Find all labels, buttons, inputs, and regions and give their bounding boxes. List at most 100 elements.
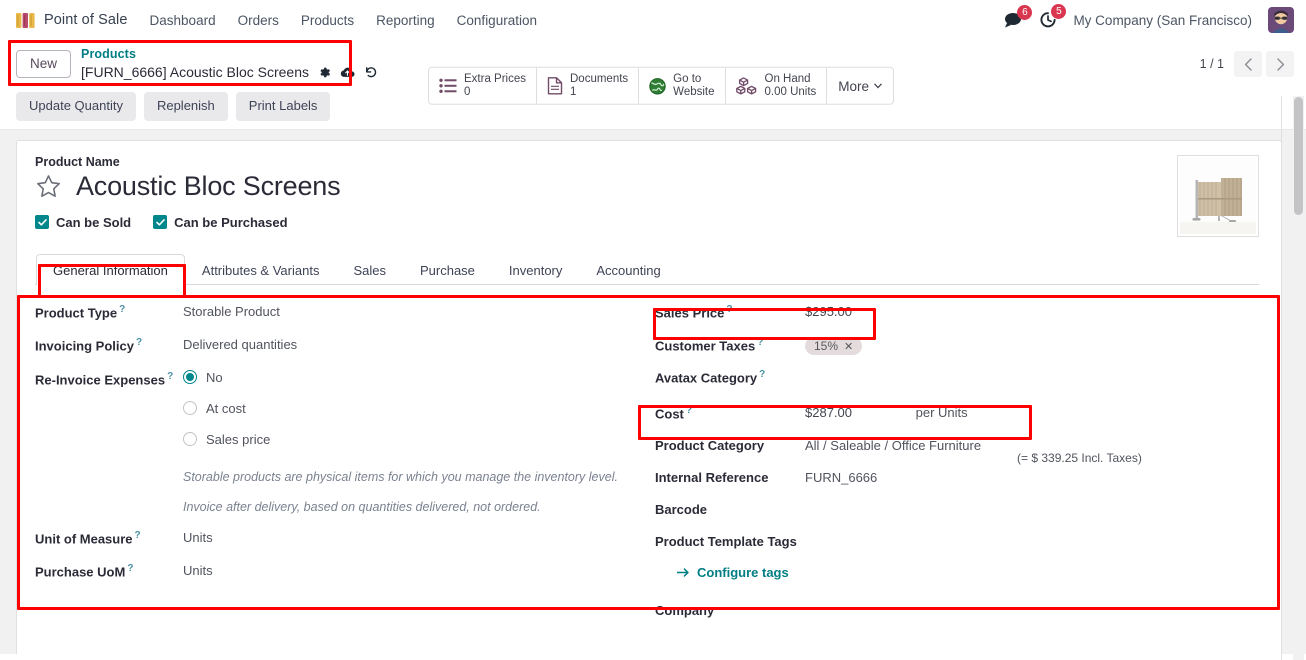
product-category-label: Product Category	[655, 437, 765, 453]
radio-option-at-cost[interactable]: At cost	[183, 401, 635, 416]
help-icon[interactable]: ?	[135, 530, 141, 541]
field-barcode: Barcode	[655, 501, 1259, 517]
product-type-value[interactable]: Storable Product	[183, 303, 635, 319]
avatax-category-value[interactable]	[805, 368, 1259, 369]
stat-label: Documents	[570, 72, 629, 85]
reinvoice-radio-group: No At cost Sales price	[183, 370, 635, 447]
brand-logo[interactable]: Point of Sale	[16, 12, 128, 29]
nav-link-products[interactable]: Products	[301, 13, 354, 28]
unit-of-measure-value[interactable]: Units	[183, 529, 635, 545]
acoustic-screen-image	[1180, 157, 1256, 234]
nav-link-orders[interactable]: Orders	[238, 13, 279, 28]
tab-sales[interactable]: Sales	[336, 254, 403, 285]
can-be-purchased-label: Can be Purchased	[174, 214, 288, 230]
radio-option-no[interactable]: No	[183, 370, 635, 385]
boxes-icon	[735, 77, 756, 95]
purchase-uom-value[interactable]: Units	[183, 562, 635, 578]
arrow-right-icon	[677, 568, 689, 577]
barcode-value[interactable]	[805, 501, 1259, 502]
help-icon[interactable]: ?	[686, 405, 692, 416]
sales-price-label: Sales Price?	[655, 303, 805, 320]
hint-storable-products: Storable products are physical items for…	[183, 469, 618, 484]
stat-button-documents[interactable]: Documents 1	[537, 67, 640, 105]
cost-value[interactable]: $287.00	[805, 405, 852, 420]
stat-button-extra-prices[interactable]: Extra Prices 0	[429, 67, 537, 105]
company-switcher[interactable]: My Company (San Francisco)	[1073, 13, 1252, 28]
configure-tags-row: Configure tags	[655, 565, 1259, 580]
company-value[interactable]	[805, 602, 1259, 603]
activities-button[interactable]: 5	[1039, 4, 1067, 29]
checkbox-checked-icon	[35, 215, 49, 230]
breadcrumb-parent-products[interactable]: Products	[81, 47, 378, 63]
pager-next-button[interactable]	[1266, 51, 1294, 77]
field-cost: Cost? $287.00 per Units	[655, 404, 1259, 421]
can-be-purchased-checkbox[interactable]: Can be Purchased	[153, 214, 288, 230]
radio-option-sales-price[interactable]: Sales price	[183, 432, 635, 447]
messages-badge: 6	[1017, 5, 1033, 20]
navbar-right: 6 5 My Company (San Francisco)	[1004, 4, 1294, 33]
breadcrumb: New Products [FURN_6666] Acoustic Bloc S…	[16, 47, 378, 81]
product-image[interactable]	[1177, 154, 1259, 237]
check-icon	[155, 219, 165, 226]
tab-inventory[interactable]: Inventory	[492, 254, 579, 285]
field-avatax-category: Avatax Category?	[655, 368, 1259, 385]
hint-invoice-after-delivery: Invoice after delivery, based on quantit…	[183, 499, 541, 514]
favorite-star-button[interactable]	[35, 173, 62, 200]
star-icon	[37, 175, 60, 197]
new-button[interactable]: New	[16, 49, 72, 79]
top-navbar: Point of Sale Dashboard Orders Products …	[0, 0, 1306, 40]
product-header: Product Name Acoustic Bloc Screens Can b…	[35, 154, 1259, 237]
tax-tag[interactable]: 15% ✕	[805, 337, 863, 356]
pager: 1 / 1	[1200, 51, 1294, 77]
radio-selected-icon	[183, 370, 197, 385]
stat-label: Extra Prices	[464, 72, 526, 85]
save-cloud-button[interactable]	[340, 66, 355, 79]
help-icon[interactable]: ?	[759, 369, 765, 380]
breadcrumb-text: Products [FURN_6666] Acoustic Bloc Scree…	[81, 47, 378, 81]
nav-link-reporting[interactable]: Reporting	[376, 13, 435, 28]
nav-link-dashboard[interactable]: Dashboard	[150, 13, 216, 28]
help-icon[interactable]: ?	[757, 337, 763, 348]
update-quantity-button[interactable]: Update Quantity	[16, 92, 136, 121]
field-invoicing-policy: Invoicing Policy? Delivered quantities	[35, 336, 635, 353]
stat-text: Go to Website	[673, 73, 714, 99]
tab-accounting[interactable]: Accounting	[579, 254, 677, 285]
discard-undo-button[interactable]	[364, 65, 378, 79]
tab-attributes-variants[interactable]: Attributes & Variants	[185, 254, 337, 285]
stat-text: Extra Prices 0	[464, 73, 526, 99]
document-icon	[547, 77, 563, 95]
help-icon[interactable]: ?	[136, 337, 142, 348]
stat-button-go-to-website[interactable]: Go to Website	[639, 67, 726, 105]
check-icon	[37, 219, 47, 226]
avatar[interactable]	[1268, 7, 1294, 33]
help-icon[interactable]: ?	[119, 304, 125, 315]
nav-link-configuration[interactable]: Configuration	[457, 13, 537, 28]
customer-taxes-value: 15% ✕	[805, 336, 1259, 356]
remove-tag-icon[interactable]: ✕	[844, 340, 853, 353]
help-icon[interactable]: ?	[127, 563, 133, 574]
settings-gear-button[interactable]	[318, 66, 331, 79]
invoicing-policy-value[interactable]: Delivered quantities	[183, 336, 635, 352]
messages-button[interactable]: 6	[1004, 5, 1033, 28]
tab-general-information[interactable]: General Information	[36, 253, 185, 285]
vertical-scrollbar[interactable]	[1293, 96, 1304, 660]
print-labels-button[interactable]: Print Labels	[235, 92, 331, 121]
tab-purchase[interactable]: Purchase	[403, 254, 492, 285]
label-text: Invoicing Policy	[35, 338, 134, 354]
globe-icon	[649, 77, 666, 95]
stat-button-on-hand[interactable]: On Hand 0.00 Units	[726, 67, 828, 105]
can-be-sold-checkbox[interactable]: Can be Sold	[35, 215, 131, 230]
help-icon[interactable]: ?	[167, 371, 173, 382]
replenish-button[interactable]: Replenish	[143, 92, 228, 121]
internal-reference-value[interactable]: FURN_6666	[805, 469, 1259, 485]
pager-previous-button[interactable]	[1234, 51, 1262, 77]
more-label: More	[838, 78, 870, 94]
help-icon[interactable]: ?	[726, 304, 732, 315]
field-reinvoice-expenses: Re-Invoice Expenses? No At cost Sales pr…	[35, 370, 635, 447]
scrollbar-thumb[interactable]	[1294, 97, 1303, 215]
point-of-sale-icon	[16, 12, 35, 28]
configure-tags-link[interactable]: Configure tags	[677, 565, 789, 580]
sales-price-value[interactable]: $295.00	[805, 303, 1259, 319]
product-form-sheet: Product Name Acoustic Bloc Screens Can b…	[16, 139, 1282, 654]
more-dropdown-button[interactable]: More	[827, 68, 893, 104]
